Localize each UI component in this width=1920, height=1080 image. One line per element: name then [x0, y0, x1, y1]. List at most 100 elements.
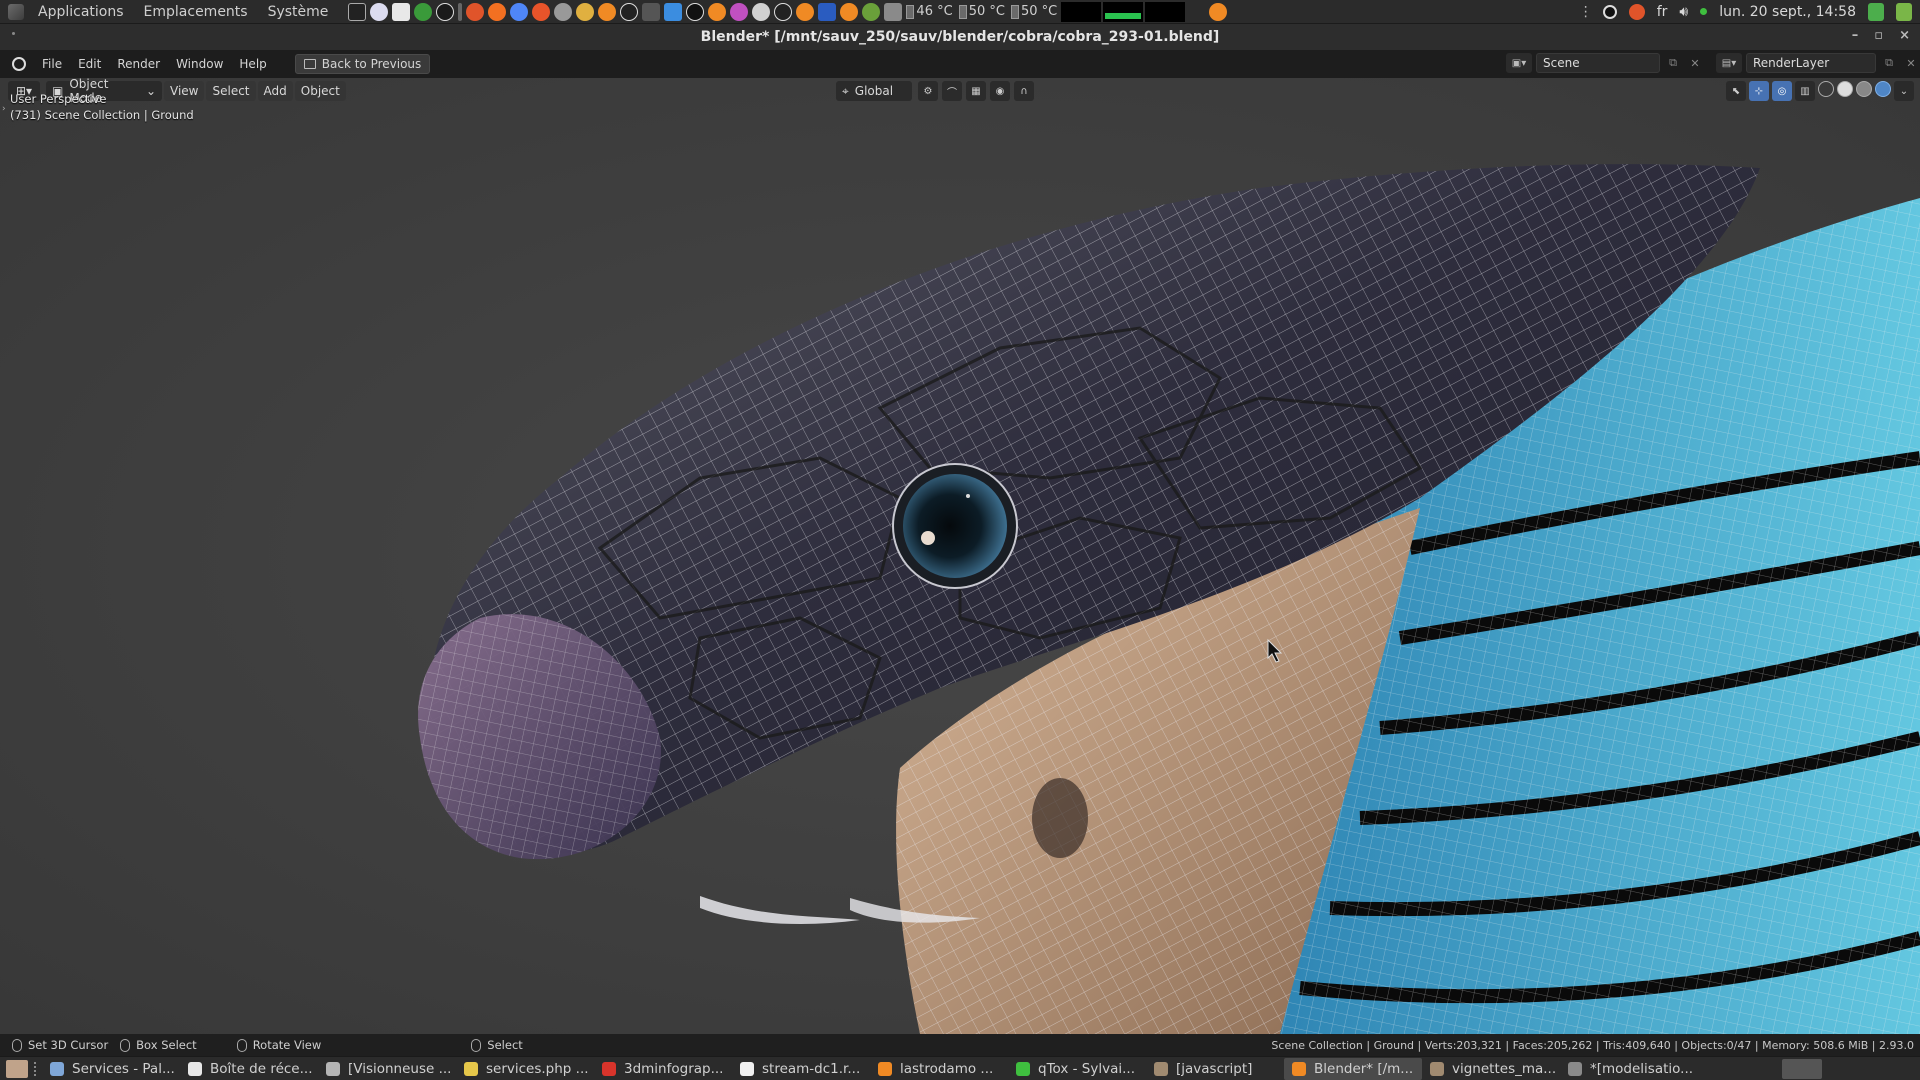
- gimp-icon[interactable]: [576, 2, 595, 21]
- new-scene-icon[interactable]: ⧉: [1664, 54, 1682, 72]
- menu-applications[interactable]: Applications: [30, 4, 132, 20]
- taskbar-item[interactable]: qTox - Sylvai...: [1008, 1058, 1146, 1080]
- view-layer-browse-icon[interactable]: ▤▾: [1716, 53, 1742, 73]
- solid-shading-icon[interactable]: [1837, 81, 1853, 97]
- transform-orientation-dropdown[interactable]: ⌖ Global: [836, 81, 912, 101]
- snap-icon[interactable]: ⌒: [942, 81, 962, 101]
- taskbar-item[interactable]: Boîte de réce...: [180, 1058, 318, 1080]
- scene-field[interactable]: Scene: [1536, 53, 1660, 73]
- window-title-bar[interactable]: Blender* [/mnt/sauv_250/sauv/blender/cob…: [0, 24, 1920, 50]
- blender-icon-2[interactable]: [708, 2, 727, 21]
- 3d-viewport[interactable]: ⊞▾ ▣ Object Mode ⌄ View Select Add Objec…: [0, 78, 1920, 1034]
- xampp-icon[interactable]: [466, 2, 485, 21]
- falloff-icon[interactable]: ∩: [1014, 81, 1034, 101]
- blender-icon-4[interactable]: [840, 2, 859, 21]
- new-view-layer-icon[interactable]: ⧉: [1880, 54, 1898, 72]
- blender-tray-icon[interactable]: [1209, 2, 1228, 21]
- xampp-tray-icon[interactable]: [1628, 3, 1645, 20]
- back-screen-icon: [303, 59, 316, 69]
- text-editor-icon[interactable]: [392, 2, 411, 21]
- proportional-edit-icon[interactable]: ◉: [990, 81, 1010, 101]
- taskbar-item[interactable]: vignettes_ma...: [1422, 1058, 1560, 1080]
- taskbar-item[interactable]: 3dminfograp...: [594, 1058, 732, 1080]
- taskbar-item[interactable]: [javascript]: [1146, 1058, 1284, 1080]
- app-icon-4[interactable]: [730, 2, 749, 21]
- selectability-icon[interactable]: ⬉: [1726, 81, 1746, 101]
- blender-icon[interactable]: [598, 2, 617, 21]
- top-panel: Applications Emplacements Système 46 °C …: [0, 0, 1920, 24]
- maximize-button[interactable]: ▫: [1874, 28, 1883, 43]
- freecad-icon[interactable]: [664, 2, 683, 21]
- audio-icon[interactable]: [436, 2, 455, 21]
- taskbar-item[interactable]: [Visionneuse ...: [318, 1058, 456, 1080]
- back-to-previous-button[interactable]: Back to Previous: [294, 54, 431, 74]
- volume-icon[interactable]: 🔊︎: [1679, 4, 1688, 20]
- blender-logo-icon[interactable]: [12, 57, 26, 71]
- show-desktop-button[interactable]: [6, 1059, 28, 1078]
- minimize-button[interactable]: –: [1852, 28, 1859, 43]
- window-menu-icon[interactable]: [12, 32, 15, 35]
- notes-icon[interactable]: [1896, 2, 1912, 21]
- menu-edit[interactable]: Edit: [70, 54, 109, 74]
- menu-add[interactable]: Add: [257, 81, 293, 101]
- taskbar-item[interactable]: services.php ...: [456, 1058, 594, 1080]
- pirate-icon[interactable]: [774, 2, 793, 21]
- xray-toggle-icon[interactable]: ▥: [1795, 81, 1815, 101]
- window-title: Blender* [/mnt/sauv_250/sauv/blender/cob…: [700, 29, 1220, 45]
- updates-icon[interactable]: [1868, 2, 1884, 21]
- app-icon-6[interactable]: [862, 2, 881, 21]
- app-icon-5[interactable]: [752, 2, 771, 21]
- taskbar-item[interactable]: Blender* [/m...: [1284, 1057, 1422, 1080]
- disk-icon[interactable]: [370, 2, 389, 21]
- obs-tray-icon[interactable]: [1602, 4, 1617, 19]
- view-layer-field[interactable]: RenderLayer: [1746, 53, 1876, 73]
- blender-icon-3[interactable]: [796, 2, 815, 21]
- app-icon-7[interactable]: [884, 2, 903, 21]
- keyboard-layout[interactable]: fr: [1657, 4, 1668, 20]
- chromium-icon[interactable]: [510, 2, 529, 21]
- pivot-point-icon[interactable]: ⚙: [918, 81, 938, 101]
- snap-increment-icon[interactable]: ▦: [966, 81, 986, 101]
- scene-browse-icon[interactable]: ▣▾: [1506, 53, 1532, 73]
- menu-system[interactable]: Système: [260, 4, 337, 20]
- status-bar: Set 3D Cursor Box Select Rotate View Sel…: [0, 1034, 1920, 1056]
- network-status-icon[interactable]: [1700, 8, 1708, 15]
- wireframe-shading-icon[interactable]: [1818, 81, 1834, 97]
- back-to-previous-label: Back to Previous: [321, 57, 422, 71]
- firefox-icon[interactable]: [488, 2, 507, 21]
- key-icon[interactable]: [414, 2, 433, 21]
- ubuntu-icon[interactable]: [532, 2, 551, 21]
- menu-help[interactable]: Help: [231, 54, 274, 74]
- delete-scene-icon[interactable]: ✕: [1686, 54, 1704, 72]
- menu-file[interactable]: File: [34, 54, 70, 74]
- taskbar-item[interactable]: lastrodamo ...: [870, 1058, 1008, 1080]
- menu-object[interactable]: Object: [294, 81, 346, 101]
- gizmo-toggle-icon[interactable]: ⊹: [1749, 81, 1769, 101]
- menu-select[interactable]: Select: [206, 81, 256, 101]
- app-icon-1[interactable]: [554, 2, 573, 21]
- app-icon-2[interactable]: [642, 2, 661, 21]
- gnome-foot-icon[interactable]: [8, 3, 24, 20]
- launcher-icons: [348, 2, 903, 21]
- rendered-shading-icon[interactable]: [1875, 81, 1891, 97]
- inkscape-icon[interactable]: [620, 2, 639, 21]
- menu-window[interactable]: Window: [168, 54, 231, 74]
- filezilla-icon[interactable]: [818, 2, 837, 21]
- clock[interactable]: lun. 20 sept., 14:58: [1719, 4, 1856, 20]
- workspace-switcher[interactable]: [1782, 1058, 1822, 1079]
- material-shading-icon[interactable]: [1856, 81, 1872, 97]
- menu-places[interactable]: Emplacements: [136, 4, 256, 20]
- toolbar-expand-icon[interactable]: ›: [2, 104, 6, 114]
- app-icon-3[interactable]: [686, 2, 705, 21]
- taskbar-item[interactable]: *[modelisatio...: [1560, 1058, 1698, 1080]
- terminal-icon[interactable]: [348, 2, 367, 21]
- menu-render[interactable]: Render: [109, 54, 168, 74]
- menu-view[interactable]: View: [164, 81, 205, 101]
- status-box-select: Box Select: [120, 1038, 197, 1052]
- delete-view-layer-icon[interactable]: ✕: [1902, 54, 1920, 72]
- taskbar-item[interactable]: stream-dc1.r...: [732, 1058, 870, 1080]
- taskbar-item[interactable]: Services - Pal...: [42, 1058, 180, 1080]
- close-button[interactable]: ×: [1899, 28, 1910, 43]
- overlays-toggle-icon[interactable]: ◎: [1772, 81, 1792, 101]
- shading-options-icon[interactable]: ⌄: [1894, 81, 1914, 101]
